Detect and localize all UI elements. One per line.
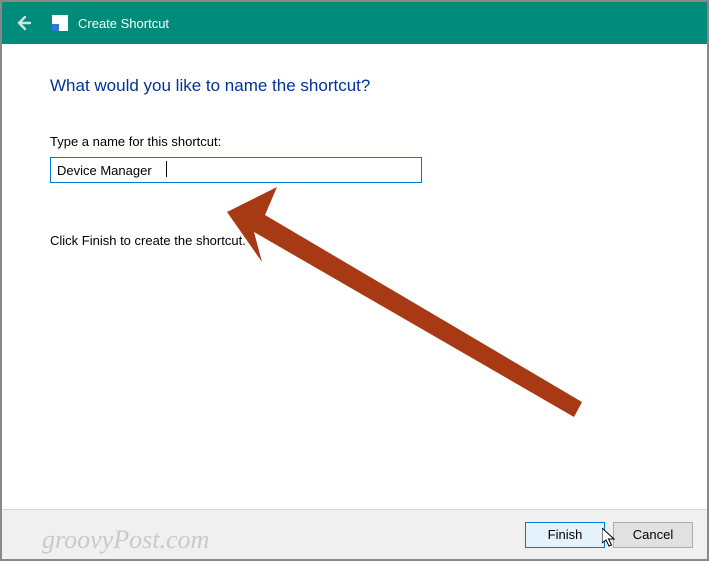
shortcut-icon [52, 15, 68, 31]
cancel-button[interactable]: Cancel [613, 522, 693, 548]
wizard-content: What would you like to name the shortcut… [2, 44, 707, 503]
page-heading: What would you like to name the shortcut… [50, 76, 667, 96]
titlebar: Create Shortcut [2, 2, 707, 44]
finish-button[interactable]: Finish [525, 522, 605, 548]
window-title: Create Shortcut [78, 16, 169, 31]
text-caret [166, 161, 167, 177]
shortcut-name-input[interactable] [50, 157, 422, 183]
back-arrow-icon[interactable] [10, 10, 36, 36]
footer-bar: Finish Cancel [2, 509, 707, 559]
help-text: Click Finish to create the shortcut. [50, 233, 667, 248]
input-label: Type a name for this shortcut: [50, 134, 667, 149]
